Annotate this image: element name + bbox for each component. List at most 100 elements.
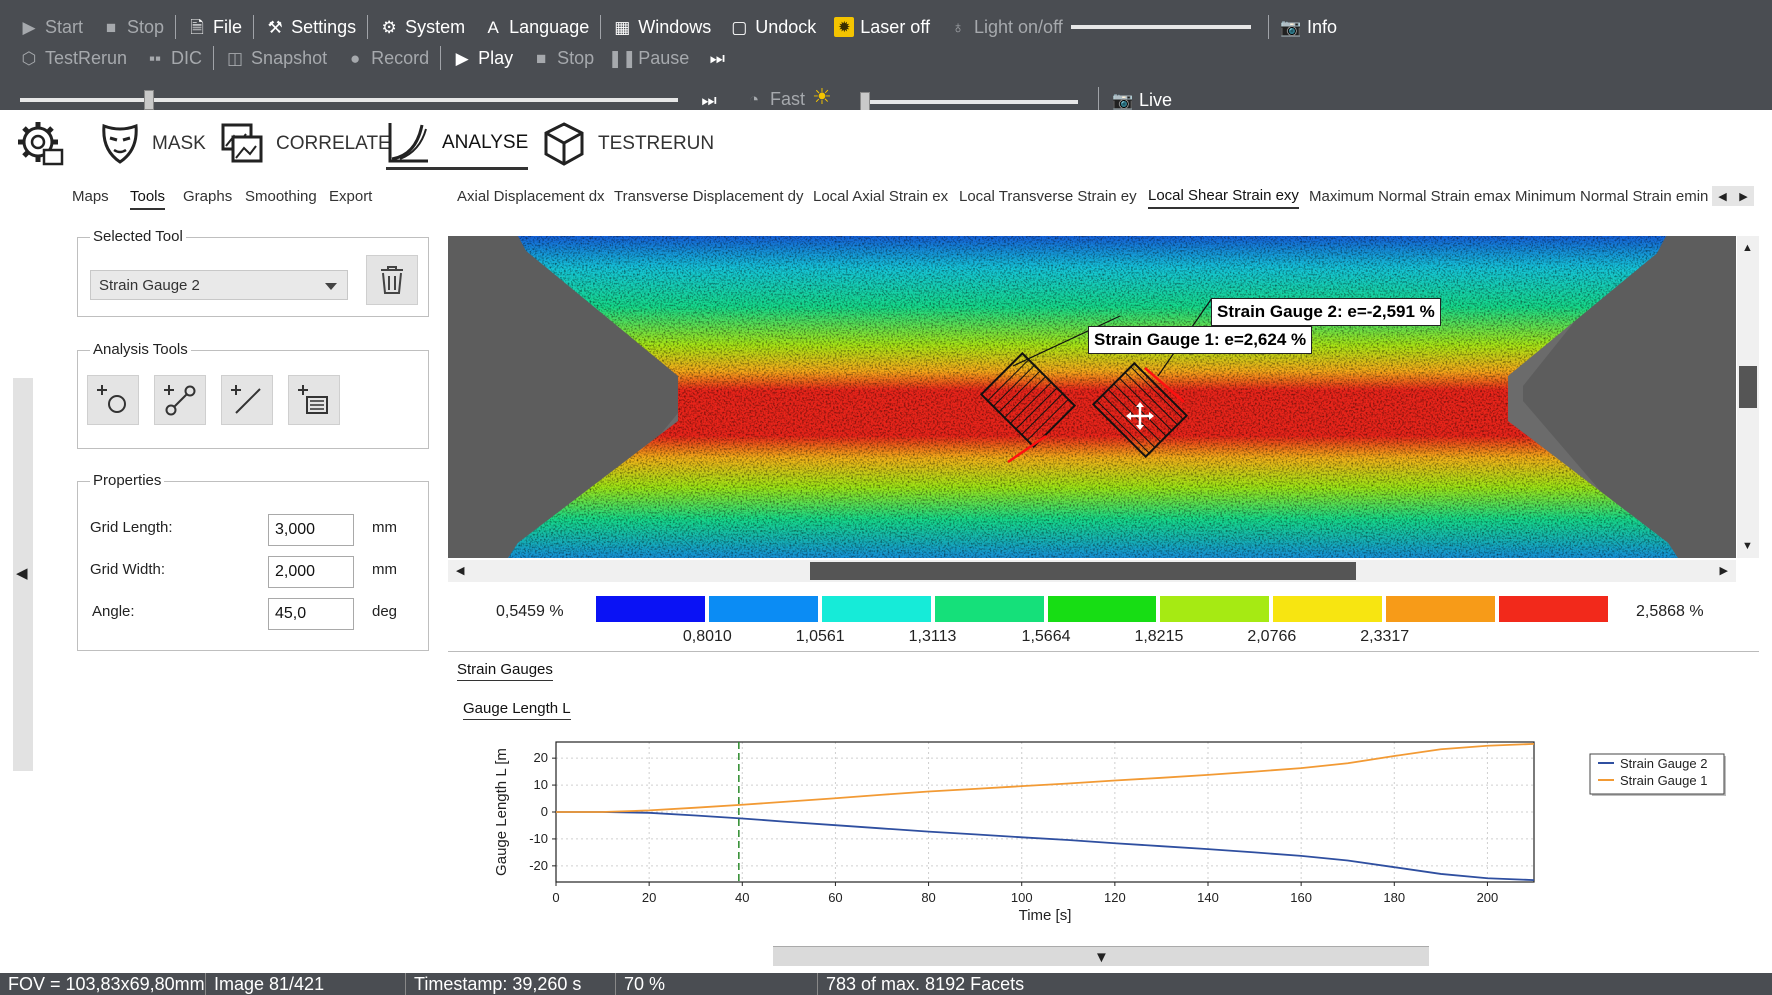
x-tick-label: 40 — [735, 890, 749, 905]
add-point-tool-button[interactable] — [87, 375, 139, 425]
legend-swatch — [1499, 596, 1608, 622]
tab-correlate[interactable]: CORRELATE — [220, 118, 391, 170]
subtab-maps[interactable]: Maps — [72, 188, 109, 208]
map-tab-maximum-normal-strain[interactable]: Maximum Normal Strain emax — [1309, 188, 1511, 208]
map-tab-local-axial-strain[interactable]: Local Axial Strain ex — [813, 188, 948, 208]
brightness-slider-thumb[interactable] — [860, 92, 870, 112]
brightness-slider[interactable] — [860, 92, 1078, 112]
legend-tick: 2,0766 — [1247, 628, 1297, 645]
x-tick-label: 100 — [1011, 890, 1033, 905]
scroll-down-icon[interactable]: ▼ — [1742, 540, 1753, 552]
scroll-up-icon[interactable]: ▲ — [1742, 242, 1753, 254]
play-icon: ▶ — [455, 48, 469, 68]
stop-icon: ■ — [105, 17, 117, 37]
file-menu[interactable]: 🗎 File — [178, 12, 251, 42]
angle-label: Angle: — [92, 603, 135, 620]
vertical-scroll-thumb[interactable] — [1739, 366, 1757, 408]
dic-button[interactable]: ▪▪ DIC — [136, 43, 211, 73]
legend-tick: 0,8010 — [682, 628, 732, 645]
legend-tick: 1,0561 — [795, 628, 845, 645]
map-tab-axial-displacement[interactable]: Axial Displacement dx — [457, 188, 605, 208]
grid-width-input[interactable] — [268, 556, 354, 588]
legend-swatch — [1160, 596, 1270, 622]
subtab-smoothing[interactable]: Smoothing — [245, 188, 317, 208]
toolbar-row-2: ⬡ TestRerun ▪▪ DIC ◫ Snapshot ● Record ▶ Play… — [10, 43, 736, 73]
selected-tool-group: Selected Tool Strain Gauge 2 — [77, 228, 429, 317]
windows-menu[interactable]: ▦ Windows — [603, 12, 720, 42]
dic-icon: ▪▪ — [149, 48, 162, 68]
cube-icon — [544, 122, 584, 166]
strain-map-viewport[interactable]: Strain Gauge 2: e=-2,591 % Strain Gauge … — [448, 236, 1736, 558]
subtab-tools[interactable]: Tools — [130, 188, 166, 210]
legend-swatch — [1047, 596, 1157, 622]
tab-analyse[interactable]: ANALYSE — [386, 118, 529, 170]
map-tab-minimum-normal-strain[interactable]: Minimum Normal Strain emin — [1515, 188, 1708, 208]
toolbar-separator — [440, 46, 442, 70]
map-tab-local-transverse-strain[interactable]: Local Transverse Strain ey — [959, 188, 1137, 208]
legend-entry: Strain Gauge 2 — [1620, 756, 1707, 771]
tab-mask[interactable]: MASK — [100, 118, 206, 170]
delete-tool-button[interactable] — [366, 255, 418, 305]
record-button[interactable]: ● Record — [336, 43, 438, 73]
toolbar-separator — [1268, 15, 1269, 39]
panel-collapse-bar[interactable]: ◀ — [13, 378, 33, 771]
lightbulb-icon: ♁ — [951, 17, 965, 37]
legend-max-value: 2,5868 % — [1636, 603, 1704, 620]
subtab-export[interactable]: Export — [329, 188, 372, 208]
x-tick-label: 160 — [1290, 890, 1312, 905]
bottom-panel-collapse-handle[interactable]: ▼ — [773, 946, 1429, 966]
toolbar-separator — [367, 15, 369, 39]
camera-icon: 📷 — [1112, 90, 1134, 110]
viewport-horizontal-scrollbar[interactable]: ◀ ▶ — [448, 560, 1736, 582]
subtab-graphs[interactable]: Graphs — [183, 188, 232, 208]
language-menu[interactable]: A Language — [474, 12, 598, 42]
undock-button[interactable]: ▢ Undock — [720, 12, 825, 42]
x-tick-label: 180 — [1383, 890, 1405, 905]
y-tick-label: 20 — [534, 750, 548, 765]
playback-stop-button[interactable]: ■ Stop — [522, 43, 603, 73]
add-extensometer-button[interactable] — [154, 375, 206, 425]
module-tabs: MASK CORRELATE ANALYSE TESTRERUN — [0, 110, 1772, 174]
info-button[interactable]: 📷 Info — [1272, 12, 1346, 42]
start-button[interactable]: ▶ Start — [10, 12, 92, 42]
stop-button[interactable]: ■ Stop — [92, 12, 173, 42]
play-button[interactable]: ▶ Play — [443, 43, 522, 73]
scroll-right-icon[interactable]: ▶ — [1720, 564, 1728, 577]
scroll-left-icon[interactable]: ◀ — [1718, 190, 1726, 203]
grid-length-input[interactable] — [268, 514, 354, 546]
chart-legend: Strain Gauge 2 Strain Gauge 1 — [1589, 753, 1726, 796]
map-tab-transverse-displacement[interactable]: Transverse Displacement dy — [614, 188, 804, 208]
map-tab-local-shear-strain[interactable]: Local Shear Strain exy — [1148, 187, 1299, 209]
testrerun-button[interactable]: ⬡ TestRerun — [10, 43, 136, 73]
legend-swatch — [1273, 596, 1383, 622]
add-line-tool-button[interactable] — [221, 375, 273, 425]
frame-slider-thumb[interactable] — [144, 90, 154, 110]
tab-strain-gauges[interactable]: Strain Gauges — [457, 661, 553, 681]
horizontal-scroll-thumb[interactable] — [810, 562, 1356, 580]
laser-button[interactable]: ✹ Laser off — [825, 12, 939, 42]
x-tick-label: 120 — [1104, 890, 1126, 905]
language-icon: A — [487, 17, 499, 37]
tab-gauge-length[interactable]: Gauge Length L — [463, 700, 571, 720]
viewport-vertical-scrollbar[interactable]: ▲ ▼ — [1737, 236, 1759, 558]
map-tabs-scroller: ◀ ▶ — [1712, 186, 1754, 206]
frame-slider[interactable] — [20, 90, 678, 110]
light-toggle[interactable]: ♁ Light on/off — [939, 12, 1072, 42]
tab-testrerun[interactable]: TESTRERUN — [542, 118, 714, 170]
scroll-left-icon[interactable]: ◀ — [456, 564, 464, 577]
settings-menu[interactable]: ⚒ Settings — [256, 12, 365, 42]
skip-end-icon: ⏭ — [701, 90, 717, 110]
angle-input[interactable] — [268, 598, 354, 630]
light-slider[interactable] — [1071, 25, 1251, 29]
pause-button[interactable]: ❚❚ Pause — [603, 43, 698, 73]
selected-tool-dropdown[interactable]: Strain Gauge 2 — [90, 270, 348, 300]
status-image: Image 81/421 — [206, 973, 406, 995]
project-settings-button[interactable] — [14, 118, 66, 170]
snapshot-button[interactable]: ◫ Snapshot — [216, 43, 336, 73]
legend-swatch — [1386, 596, 1496, 622]
scroll-right-icon[interactable]: ▶ — [1739, 190, 1747, 203]
skip-end-button[interactable]: ⏭ — [698, 43, 736, 73]
grid-length-unit: mm — [372, 519, 397, 536]
add-strain-gauge-button[interactable] — [288, 375, 340, 425]
system-menu[interactable]: ⚙ System — [370, 12, 474, 42]
